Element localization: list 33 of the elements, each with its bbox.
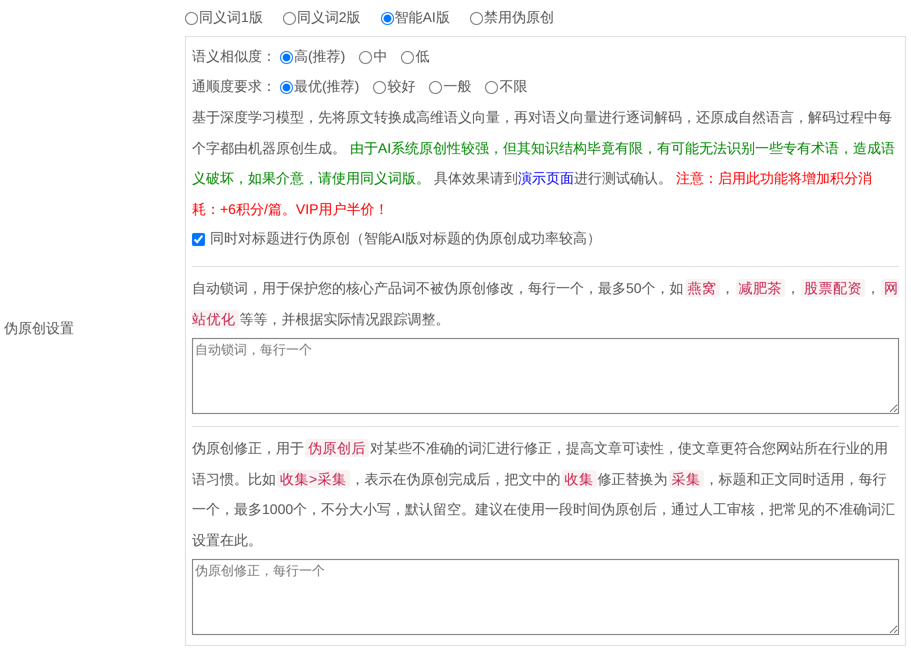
radio-button[interactable]: [485, 80, 498, 94]
radio-label: 同义词2版: [296, 9, 361, 27]
radio-label: 智能AI版: [394, 9, 450, 27]
radio-button[interactable]: [373, 80, 386, 94]
radio-label: 较好: [387, 78, 416, 96]
radio-label: 低: [415, 48, 430, 66]
radio-button[interactable]: [429, 80, 442, 94]
description-text: 自动锁词，用于保护您的核心产品词不被伪原创修改，每行一个，最多50个，如 燕窝 ， 减肥茶 ， 股票配资 ， 网站优化 等等，并根据实际情况跟踪调整。: [192, 278, 899, 330]
radio-label: 一般: [443, 78, 472, 96]
radio-button[interactable]: [185, 12, 198, 24]
field-label: 通顺度要求：: [192, 78, 276, 96]
radio-label: 最优(推荐): [294, 78, 360, 96]
radio-button[interactable]: [359, 50, 372, 64]
radio-label: 高(推荐): [294, 48, 346, 66]
checkbox-label: 同时对标题进行伪原创（智能AI版对标题的伪原创成功率较高）: [210, 230, 602, 248]
correction-field[interactable]: 伪原创修正，每行一个: [192, 559, 899, 635]
description-text: 基于深度学习模型，先将原文转换成高维语义向量，再对语义向量进行逐词解码，还原成自然语言，解码过程中每个字都由机器原创生成。 由于AI系统原创性较强，但其知识结构毕竟有限，有可能无法识别一些专有术语，造成语义破坏，如果介意，请使用同义词版。 具体效果请到演示页面进行测试确认。 注意：启用此功能将增加积分消耗：+6积分/篇。VIP用户半价！: [192, 108, 896, 218]
checkbox[interactable]: [192, 232, 205, 246]
radio-label: 禁用伪原创: [484, 9, 554, 27]
demo-link[interactable]: 演示页面: [518, 170, 574, 186]
description-text: 伪原创修正，用于 伪原创后 对某些不准确的词汇进行修正，提高文章可读性，使文章更符合您网站所在行业的用语习惯。比如 收集>采集 ，表示在伪原创完成后，把文中的 收集 修正替换为 采集 ，标题和正文同时适用，每行一个，最多1000个，不分大小写，默认留空。建议在使用一段时间伪原创后，通过人工审核，把常见的不准确词汇设置在此。: [192, 438, 896, 550]
radio-label: 中: [373, 48, 388, 66]
radio-button[interactable]: [280, 80, 293, 94]
lock-words-field[interactable]: 自动锁词，每行一个: [192, 338, 899, 414]
radio-button[interactable]: [282, 12, 296, 24]
radio-label: 不限: [499, 78, 528, 96]
radio-label: 同义词1版: [199, 9, 263, 27]
radio-button[interactable]: [470, 12, 483, 24]
radio-button[interactable]: [280, 50, 293, 64]
section-label: 伪原创设置: [4, 320, 74, 338]
radio-button[interactable]: [401, 50, 414, 64]
field-label: 语义相似度：: [192, 48, 276, 66]
radio-button[interactable]: [380, 12, 394, 24]
